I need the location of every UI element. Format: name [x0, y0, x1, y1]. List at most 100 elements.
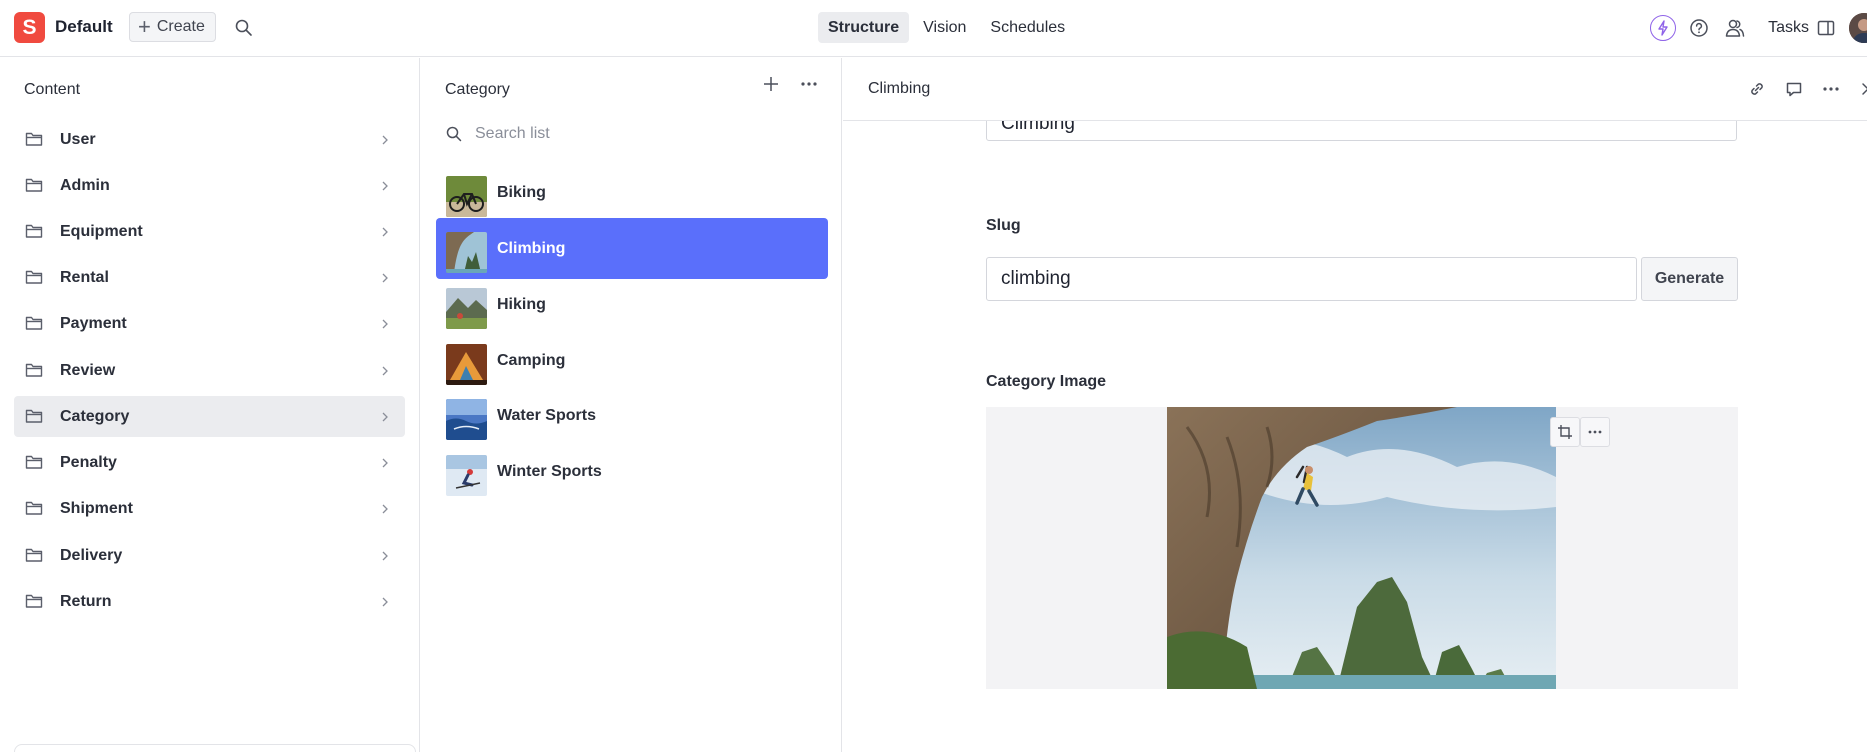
- content-item-label: Delivery: [60, 546, 123, 564]
- help-icon[interactable]: [1686, 15, 1712, 41]
- close-icon[interactable]: [1859, 80, 1867, 98]
- plus-icon: +: [138, 14, 151, 39]
- category-image: [1167, 407, 1556, 689]
- tab-structure[interactable]: Structure: [818, 12, 910, 43]
- chevron-right-icon: [381, 410, 389, 422]
- list-item-biking[interactable]: Biking: [436, 162, 828, 223]
- folder-icon: [25, 269, 43, 285]
- folder-icon: [25, 223, 43, 239]
- content-item-category[interactable]: Category: [14, 396, 405, 437]
- document-title: Climbing: [868, 80, 931, 97]
- chevron-right-icon: [381, 133, 389, 145]
- main-nav: Structure Vision Schedules: [818, 12, 1075, 43]
- content-item-review[interactable]: Review: [14, 350, 405, 391]
- slug-input[interactable]: climbing: [986, 257, 1637, 301]
- folder-icon: [25, 454, 43, 470]
- folder-icon: [25, 547, 43, 563]
- content-item-rental[interactable]: Rental: [14, 257, 405, 298]
- list-item-water-sports[interactable]: Water Sports: [436, 385, 828, 446]
- content-item-payment[interactable]: Payment: [14, 303, 405, 344]
- chevron-right-icon: [381, 179, 389, 191]
- folder-icon: [25, 593, 43, 609]
- document-pane: Climbing Climbing Slug climbing Generate…: [843, 58, 1867, 752]
- chevron-right-icon: [381, 456, 389, 468]
- content-pane-title: Content: [24, 81, 81, 98]
- bolt-icon[interactable]: [1650, 15, 1677, 41]
- chevron-right-icon: [381, 317, 389, 329]
- content-item-return[interactable]: Return: [14, 581, 405, 622]
- folder-icon: [25, 315, 43, 331]
- top-right-tools: Tasks: [1650, 13, 1867, 43]
- list-item-label: Climbing: [497, 240, 566, 257]
- add-document-icon[interactable]: [762, 75, 780, 93]
- people-icon[interactable]: [1722, 15, 1748, 41]
- list-item-camping[interactable]: Camping: [436, 330, 828, 391]
- create-button[interactable]: + Create: [129, 12, 216, 42]
- list-item-label: Camping: [497, 352, 566, 369]
- folder-icon: [25, 177, 43, 193]
- content-item-label: Payment: [60, 314, 127, 332]
- generate-button[interactable]: Generate: [1641, 257, 1738, 301]
- biking-thumbnail: [446, 176, 487, 217]
- hiking-thumbnail: [446, 288, 487, 329]
- chevron-right-icon: [381, 364, 389, 376]
- content-item-admin[interactable]: Admin: [14, 165, 405, 206]
- panel-icon[interactable]: [1817, 19, 1835, 37]
- content-item-label: Rental: [60, 268, 109, 286]
- camping-thumbnail: [446, 344, 487, 385]
- water-sports-thumbnail: [446, 399, 487, 440]
- more-options-icon[interactable]: [1822, 80, 1840, 98]
- chevron-right-icon: [381, 502, 389, 514]
- avatar[interactable]: [1849, 13, 1867, 43]
- list-pane-title: Category: [445, 81, 510, 98]
- list-item-label: Biking: [497, 184, 546, 201]
- comment-icon[interactable]: [1785, 80, 1803, 98]
- search-icon[interactable]: [234, 18, 254, 38]
- slug-label: Slug: [986, 217, 1021, 234]
- content-item-label: Admin: [60, 176, 110, 194]
- content-item-shipment[interactable]: Shipment: [14, 488, 405, 529]
- list-item-label: Water Sports: [497, 407, 596, 424]
- document-actions: [1748, 80, 1867, 98]
- chevron-right-icon: [381, 549, 389, 561]
- tab-vision[interactable]: Vision: [913, 12, 976, 43]
- folder-icon: [25, 500, 43, 516]
- search-placeholder: Search list: [475, 125, 550, 142]
- content-pane: Content User Admin Equipment Rental Paym…: [0, 58, 420, 752]
- chevron-right-icon: [381, 225, 389, 237]
- list-search-input[interactable]: Search list: [445, 125, 550, 143]
- content-item-equipment[interactable]: Equipment: [14, 211, 405, 252]
- content-item-label: User: [60, 130, 96, 148]
- folder-icon: [25, 131, 43, 147]
- tasks-button[interactable]: Tasks: [1768, 19, 1809, 37]
- chevron-right-icon: [381, 271, 389, 283]
- document-header: Climbing: [843, 58, 1867, 121]
- crop-icon[interactable]: [1550, 417, 1580, 447]
- content-item-label: Category: [60, 407, 130, 425]
- category-image-label: Category Image: [986, 373, 1107, 390]
- content-item-label: Shipment: [60, 499, 133, 517]
- list-item-label: Hiking: [497, 296, 546, 313]
- list-item-climbing[interactable]: Climbing: [436, 218, 828, 279]
- link-icon[interactable]: [1748, 80, 1766, 98]
- workspace-name[interactable]: Default: [55, 17, 113, 37]
- list-item-label: Winter Sports: [497, 463, 602, 480]
- image-options-icon[interactable]: [1580, 417, 1610, 447]
- category-image-field[interactable]: [986, 407, 1738, 689]
- top-bar: S Default + Create Structure Vision Sche…: [0, 0, 1867, 57]
- category-list-pane: Category Search list Biking Climbing Hik…: [421, 58, 842, 752]
- folder-icon: [25, 362, 43, 378]
- content-item-user[interactable]: User: [14, 119, 405, 160]
- content-item-penalty[interactable]: Penalty: [14, 442, 405, 483]
- chevron-right-icon: [381, 595, 389, 607]
- search-icon: [445, 125, 463, 143]
- list-item-hiking[interactable]: Hiking: [436, 274, 828, 335]
- create-button-label: Create: [156, 18, 205, 35]
- list-item-winter-sports[interactable]: Winter Sports: [436, 441, 828, 502]
- tab-schedules[interactable]: Schedules: [980, 12, 1075, 43]
- more-options-icon[interactable]: [799, 77, 819, 91]
- content-item-label: Penalty: [60, 453, 117, 471]
- studio-logo[interactable]: S: [14, 12, 45, 43]
- climbing-thumbnail: [446, 232, 487, 273]
- content-item-delivery[interactable]: Delivery: [14, 535, 405, 576]
